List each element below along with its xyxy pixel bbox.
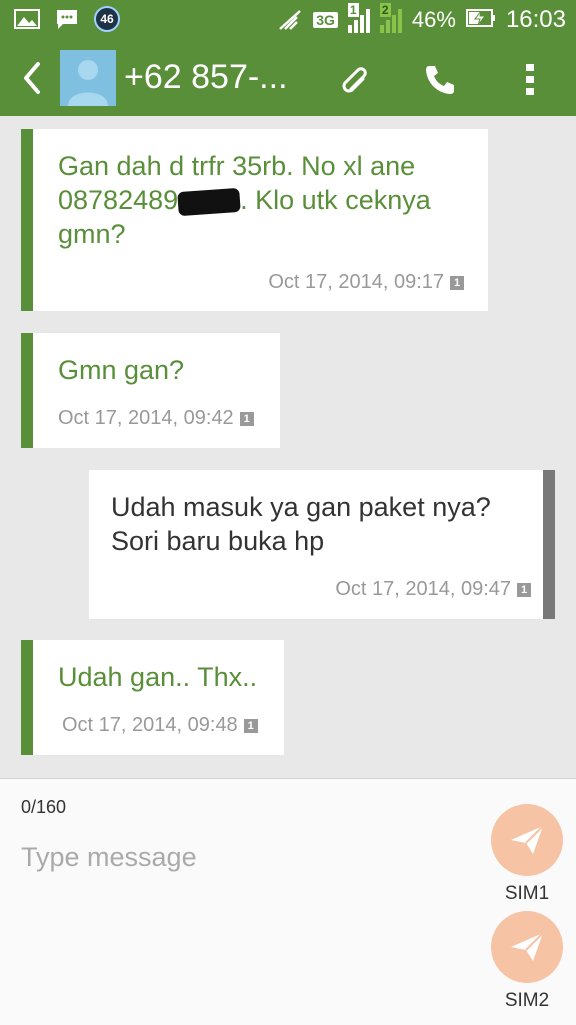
gallery-icon — [14, 8, 40, 30]
bubble-tail — [21, 654, 33, 674]
message-bubble-incoming[interactable]: Udah gan.. Thx.. Oct 17, 2014, 09:48 1 — [21, 640, 284, 755]
chat-icon — [54, 8, 80, 30]
top-bar: 46 3G 1 2 46% 16:03 +62 857-... — [0, 0, 576, 116]
message-input[interactable] — [21, 837, 461, 877]
bubble-tail — [21, 347, 33, 367]
signal-sim2-icon: 2 — [379, 3, 402, 33]
battery-charging-icon — [465, 8, 496, 33]
back-arrow-icon[interactable] — [14, 58, 50, 98]
status-right: 3G 1 2 46% 16:03 — [277, 3, 566, 36]
sim-indicator-icon: 1 — [517, 582, 531, 597]
status-bar: 46 3G 1 2 46% 16:03 — [0, 0, 576, 40]
send-sim2-button[interactable] — [491, 911, 563, 983]
compose-area: 0/160 SIM1 SIM2 — [0, 778, 576, 1025]
message-bubble-incoming[interactable]: Gmn gan? Oct 17, 2014, 09:42 1 — [21, 333, 280, 448]
message-timestamp: Oct 17, 2014, 09:17 1 — [268, 271, 464, 294]
sim1-indicator: 1 — [347, 3, 359, 17]
send-icon — [511, 825, 544, 854]
status-left: 46 — [14, 6, 120, 32]
message-bubble-incoming[interactable]: Gan dah d trfr 35rb. No xl ane 08782489.… — [21, 129, 488, 311]
character-counter: 0/160 — [21, 797, 67, 817]
message-timestamp: Oct 17, 2014, 09:47 1 — [335, 578, 531, 601]
sim-indicator-icon: 1 — [239, 411, 254, 426]
message-bubble-outgoing[interactable]: Udah masuk ya gan paket nya? Sori baru b… — [89, 470, 555, 619]
network-type-badge: 3G — [313, 12, 338, 28]
sim2-indicator: 2 — [379, 3, 391, 17]
send-icon — [511, 932, 544, 961]
message-timestamp: Oct 17, 2014, 09:48 1 — [62, 714, 258, 737]
bubble-tail — [21, 143, 33, 163]
sim1-label: SIM1 — [504, 883, 550, 904]
send-sim1-button[interactable] — [491, 804, 563, 876]
battery-percent: 46% — [411, 7, 456, 32]
timestamp-text: Oct 17, 2014, 09:17 — [268, 271, 444, 293]
phone-call-icon[interactable] — [420, 60, 460, 100]
message-text: Gan dah d trfr 35rb. No xl ane 08782489.… — [58, 149, 468, 251]
contact-avatar[interactable] — [60, 50, 116, 106]
attach-icon[interactable] — [332, 60, 372, 100]
timestamp-text: Oct 17, 2014, 09:47 — [335, 578, 511, 600]
redacted-scribble — [177, 187, 241, 217]
notification-count-badge: 46 — [94, 6, 120, 32]
sim-indicator-icon: 1 — [243, 718, 258, 733]
more-options-icon[interactable] — [510, 60, 550, 100]
timestamp-text: Oct 17, 2014, 09:48 — [62, 714, 238, 736]
message-text: Gmn gan? — [58, 355, 185, 385]
wifi-off-icon — [277, 9, 303, 31]
app-bar: +62 857-... — [0, 40, 576, 116]
clock: 16:03 — [505, 6, 566, 33]
contact-title[interactable]: +62 857-... — [124, 58, 288, 97]
signal-sim1-icon: 1 — [347, 3, 370, 33]
message-timestamp: Oct 17, 2014, 09:42 1 — [58, 407, 254, 430]
message-text: Udah masuk ya gan paket nya? Sori baru b… — [111, 492, 491, 556]
message-text: Udah gan.. Thx.. — [58, 662, 258, 692]
timestamp-text: Oct 17, 2014, 09:42 — [58, 407, 234, 429]
sim-indicator-icon: 1 — [450, 275, 464, 290]
sim2-label: SIM2 — [504, 990, 550, 1011]
